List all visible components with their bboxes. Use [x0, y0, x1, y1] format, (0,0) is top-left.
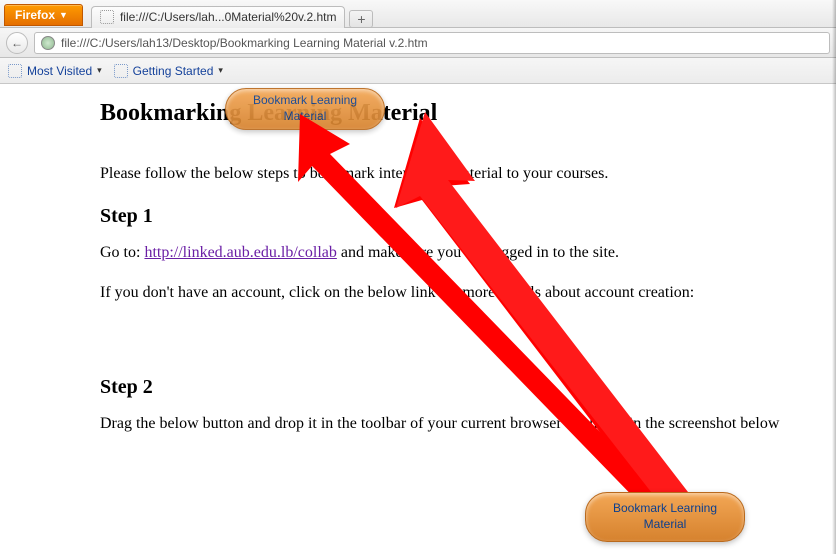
back-button[interactable]: ← — [6, 32, 28, 54]
bookmarks-toolbar: Most Visited ▾ Getting Started ▾ — [0, 58, 836, 84]
bookmark-label: Getting Started — [133, 64, 214, 78]
page-content: Bookmarking Learning Material Please fol… — [0, 84, 836, 433]
bookmarklet-button-ghost[interactable]: Bookmark Learning Material — [225, 88, 385, 130]
tab-title: file:///C:/Users/lah...0Material%20v.2.h… — [120, 10, 337, 24]
step1-heading: Step 1 — [100, 205, 836, 228]
arrow-left-icon: ← — [11, 36, 23, 50]
url-bar[interactable] — [34, 32, 830, 54]
page-title: Bookmarking Learning Material — [100, 100, 836, 127]
new-tab-button[interactable]: + — [349, 10, 373, 28]
bookmarklet-button[interactable]: Bookmark Learning Material — [585, 492, 745, 542]
navigation-bar: ← — [0, 28, 836, 58]
plus-icon: + — [357, 11, 365, 27]
step1-line2: If you don't have an account, click on t… — [100, 284, 836, 302]
bookmarklet-label: Bookmark Learning Material — [244, 93, 366, 124]
firefox-menu-button[interactable]: Firefox ▼ — [4, 4, 83, 26]
step2-heading: Step 2 — [100, 376, 836, 399]
step1-post: and make sure you are logged in to the s… — [337, 244, 619, 261]
tab-strip: file:///C:/Users/lah...0Material%20v.2.h… — [91, 0, 374, 28]
collab-link[interactable]: http://linked.aub.edu.lb/collab — [144, 244, 336, 261]
step1-pre: Go to: — [100, 244, 144, 261]
bookmark-folder-icon — [8, 64, 22, 78]
chevron-down-icon: ▾ — [97, 65, 102, 76]
browser-tab[interactable]: file:///C:/Users/lah...0Material%20v.2.h… — [91, 6, 346, 28]
step2-text: Drag the below button and drop it in the… — [100, 415, 836, 433]
chevron-down-icon: ▼ — [59, 10, 68, 20]
bookmark-getting-started[interactable]: Getting Started ▾ — [114, 64, 223, 78]
firefox-menu-label: Firefox — [15, 8, 55, 22]
url-input[interactable] — [61, 36, 823, 50]
tab-favicon-icon — [100, 10, 114, 24]
bookmark-label: Most Visited — [27, 64, 92, 78]
intro-text: Please follow the below steps to bookmar… — [100, 165, 836, 183]
window-titlebar: Firefox ▼ file:///C:/Users/lah...0Materi… — [0, 0, 836, 28]
bookmarklet-label: Bookmark Learning Material — [604, 501, 726, 532]
bookmark-folder-icon — [114, 64, 128, 78]
chevron-down-icon: ▾ — [218, 65, 223, 76]
bookmark-most-visited[interactable]: Most Visited ▾ — [8, 64, 102, 78]
globe-icon — [41, 36, 55, 50]
step1-line1: Go to: http://linked.aub.edu.lb/collab a… — [100, 244, 836, 262]
